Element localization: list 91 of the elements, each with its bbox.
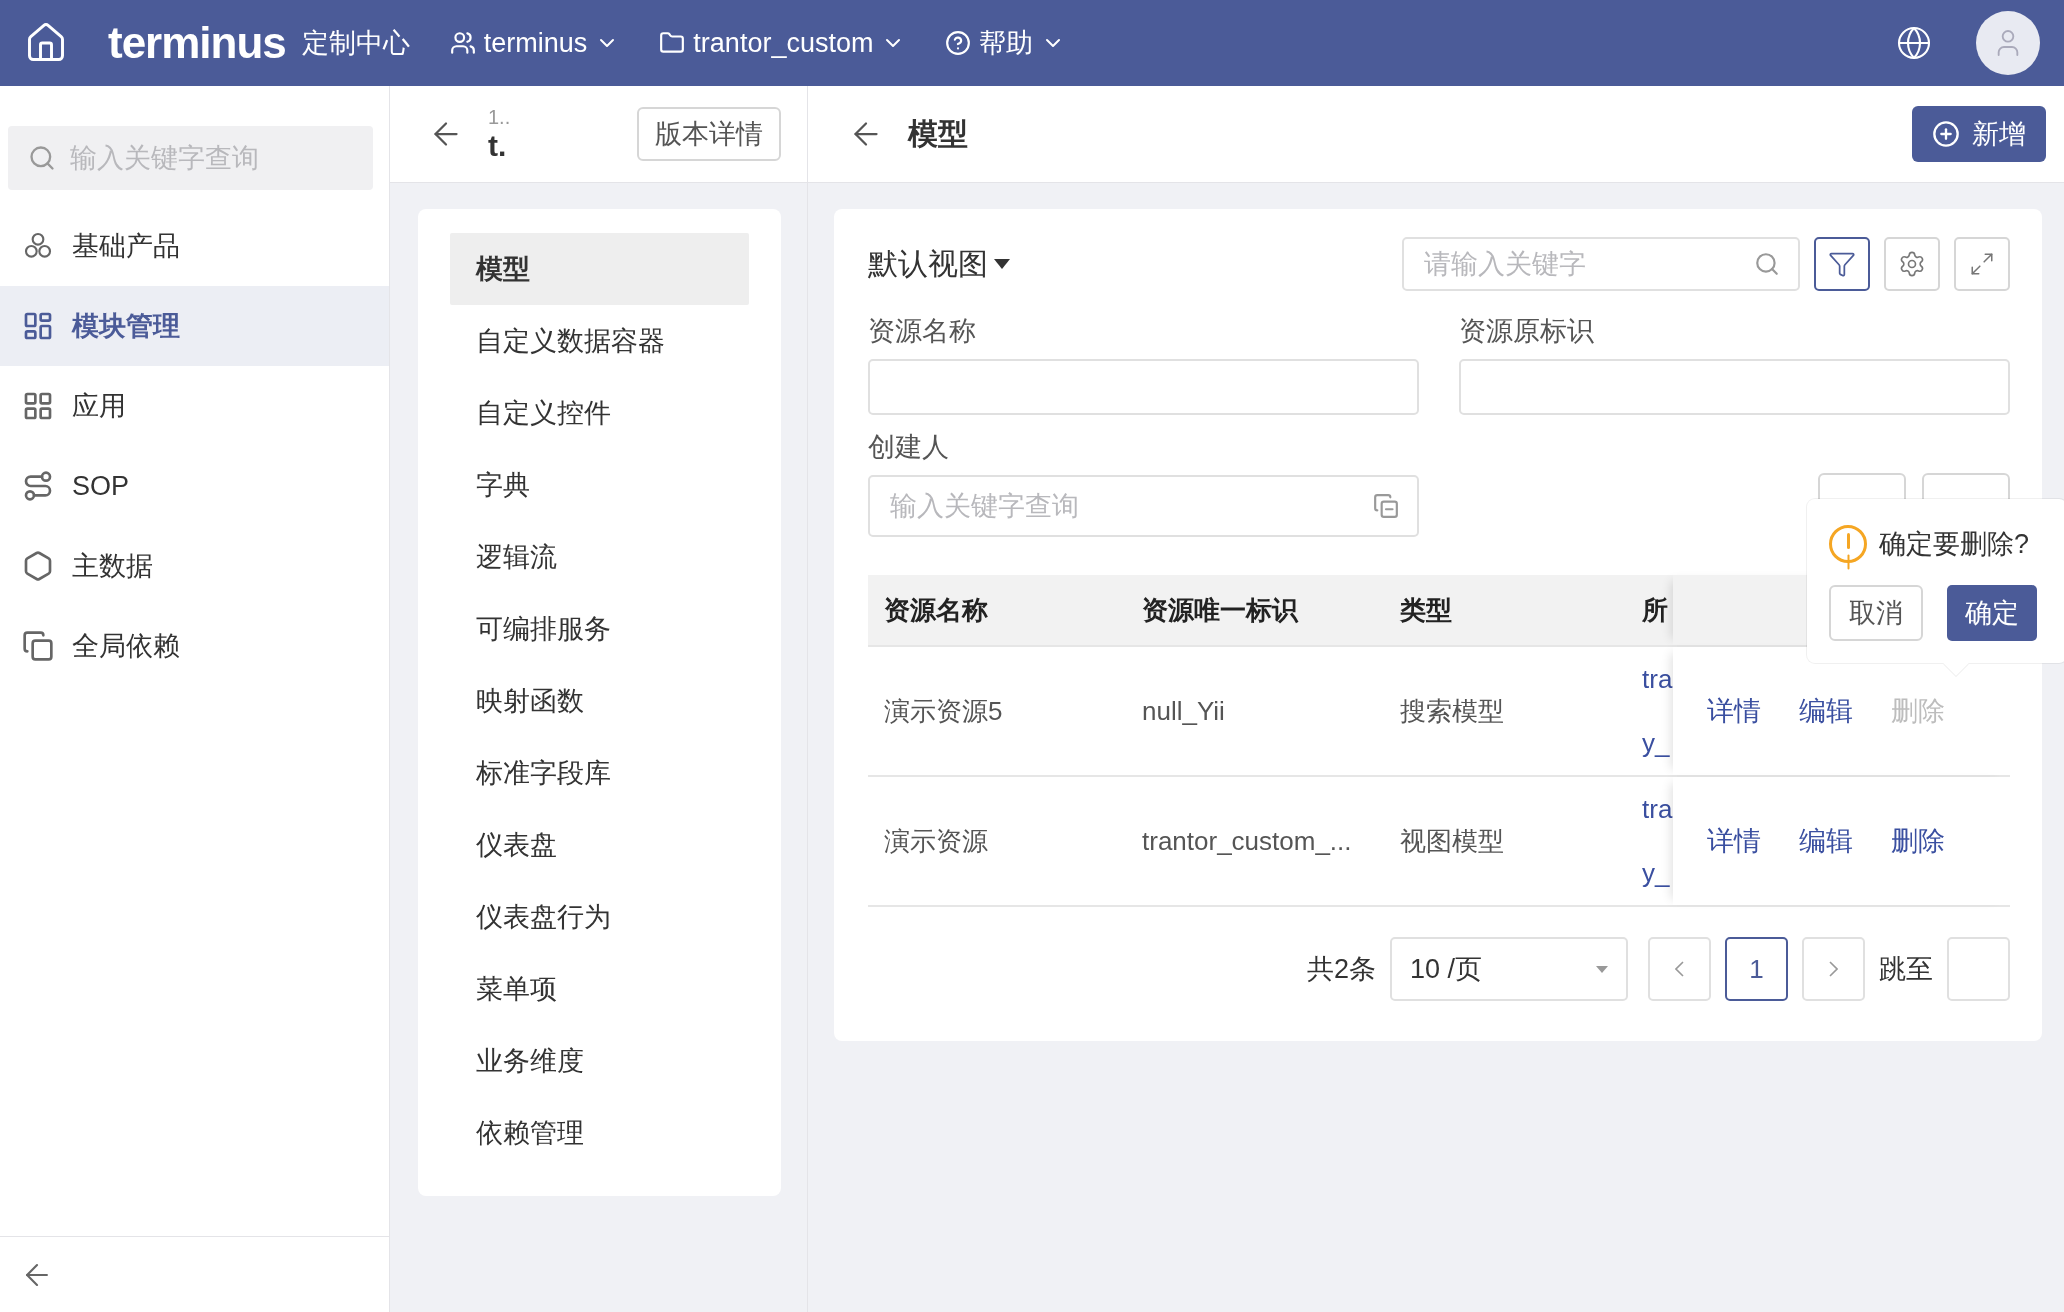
field-label: 创建人 — [868, 431, 950, 464]
search-input[interactable]: 输入关键字查询 — [68, 141, 353, 175]
menu-item[interactable]: 可编排服务 — [450, 593, 749, 665]
field-label: 资源原标识 — [1459, 315, 1595, 348]
table-cell-text: 演示资源5 — [883, 694, 1004, 728]
sidebar-item[interactable]: SOP — [0, 446, 389, 526]
caret-icon — [994, 259, 1010, 269]
column-header: 类型 — [1399, 593, 1453, 627]
menu-item[interactable]: 映射函数 — [450, 665, 749, 737]
add-button[interactable]: 新增 — [1912, 106, 2046, 162]
version-details-button[interactable]: 版本详情 — [637, 107, 781, 161]
menu-item[interactable]: 菜单项 — [450, 953, 749, 1025]
menu-item[interactable]: 逻辑流 — [450, 521, 749, 593]
link-text[interactable]: y_ — [1642, 727, 1673, 759]
route-icon — [22, 470, 54, 502]
table-cell-text: trantor_custom_... — [1141, 824, 1353, 858]
gear-icon — [1898, 250, 1926, 278]
total-count: 共2条 — [1306, 953, 1376, 986]
text-field[interactable] — [1459, 359, 2010, 415]
globe-icon[interactable] — [1896, 25, 1932, 61]
confirm-message: 确定要删除? — [1879, 528, 2030, 561]
cancel-button[interactable]: 取消 — [1829, 585, 1923, 641]
menu-item[interactable]: 字典 — [450, 449, 749, 521]
version-number: 1.. — [488, 105, 512, 129]
top-menu[interactable]: 帮助 — [945, 25, 1066, 61]
action-link[interactable]: 编辑 — [1799, 823, 1853, 859]
search-field[interactable]: 输入关键字查询 — [8, 126, 373, 190]
search-input[interactable]: 输入关键字查询 — [888, 489, 1363, 523]
menu-item[interactable]: 仪表盘行为 — [450, 881, 749, 953]
link-text[interactable]: y_ — [1642, 857, 1673, 889]
sidebar-item[interactable]: 全局依赖 — [0, 606, 389, 686]
table-cell-text: 演示资源 — [883, 824, 989, 858]
caret-icon — [1596, 965, 1608, 973]
search-icon — [1754, 251, 1780, 277]
action-link[interactable]: 编辑 — [1799, 693, 1853, 729]
field-label: 资源名称 — [868, 315, 977, 348]
link-text[interactable]: tra — [1642, 793, 1673, 825]
table-cell-text: 搜索模型 — [1399, 694, 1505, 728]
menu-item[interactable]: 自定义控件 — [450, 377, 749, 449]
search-icon — [28, 144, 56, 172]
text-field[interactable] — [868, 359, 1419, 415]
page-button[interactable]: 1 — [1725, 937, 1788, 1001]
search-field[interactable]: 请输入关键字 — [1402, 237, 1800, 291]
menu-item[interactable]: 仪表盘 — [450, 809, 749, 881]
help-icon — [945, 30, 972, 56]
menu-item[interactable]: 模型 — [450, 233, 749, 305]
sidebar-item[interactable]: 模块管理 — [0, 286, 389, 366]
top-menu[interactable]: trantor_custom — [659, 27, 906, 59]
dashboard-icon — [22, 310, 54, 342]
product-name: 定制中心 — [301, 27, 410, 60]
column-header: 资源唯一标识 — [1141, 593, 1300, 627]
sidebar-item[interactable]: 应用 — [0, 366, 389, 446]
menu-item[interactable]: 依赖管理 — [450, 1097, 749, 1169]
action-link[interactable]: 删除 — [1891, 823, 1945, 859]
page-input[interactable] — [1947, 937, 2010, 1001]
warning-icon — [1829, 525, 1867, 563]
action-link[interactable]: 详情 — [1707, 823, 1761, 859]
page-size-select[interactable]: 10 /页 — [1390, 937, 1628, 1001]
column-header: 资源名称 — [883, 593, 989, 627]
menu-item[interactable]: 业务维度 — [450, 1025, 749, 1097]
column-header: 所 — [1642, 593, 1669, 627]
filter-icon — [1828, 250, 1856, 278]
link-text[interactable]: tra — [1642, 663, 1673, 695]
sidebar-item[interactable]: 主数据 — [0, 526, 389, 606]
search-field[interactable]: 输入关键字查询 — [868, 475, 1419, 537]
action-link[interactable]: 详情 — [1707, 693, 1761, 729]
chevron-left-icon — [1675, 961, 1684, 977]
users-icon — [449, 30, 476, 56]
table-cell-text: null_Yii — [1141, 694, 1226, 728]
plus-icon — [1932, 120, 1960, 148]
settings-button[interactable] — [1884, 237, 1940, 291]
chevron-right-icon — [1829, 961, 1838, 977]
top-menu[interactable]: terminus — [449, 27, 620, 59]
confirm-button[interactable]: 确定 — [1947, 585, 2037, 641]
menu-item[interactable]: 标准字段库 — [450, 737, 749, 809]
jump-label: 跳至 — [1879, 953, 1933, 986]
squares-icon — [22, 630, 54, 662]
copy-icon — [1373, 493, 1399, 519]
table-cell-text: 视图模型 — [1399, 824, 1505, 858]
grid-icon — [22, 390, 54, 422]
filter-button[interactable] — [1814, 237, 1870, 291]
sidebar-item[interactable]: 基础产品 — [0, 206, 389, 286]
version-name: t. — [488, 128, 508, 163]
page-title: 模型 — [908, 115, 969, 152]
folder-icon — [659, 30, 686, 56]
menu-item[interactable]: 自定义数据容器 — [450, 305, 749, 377]
expand-icon — [1969, 251, 1995, 277]
view-dropdown[interactable]: 默认视图 — [868, 243, 1010, 285]
hexagon-icon — [22, 550, 54, 582]
logo: terminus — [108, 18, 286, 68]
search-input[interactable]: 请输入关键字 — [1422, 247, 1744, 281]
